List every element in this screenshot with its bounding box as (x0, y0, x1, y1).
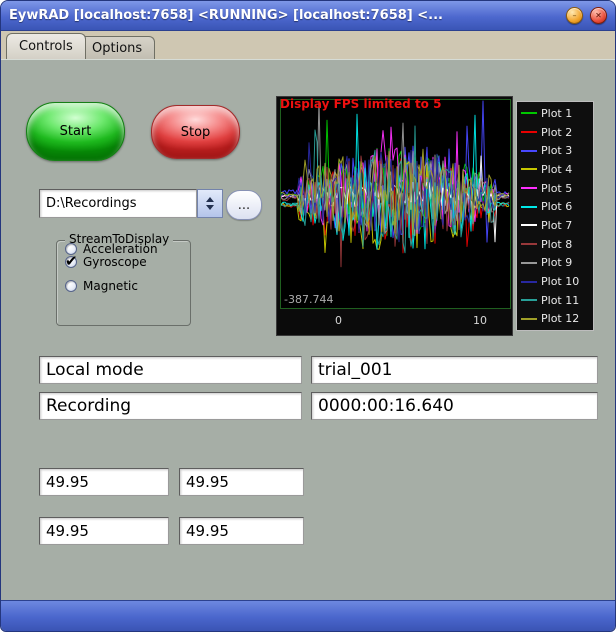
legend-label: Plot 7 (541, 218, 573, 232)
legend-item: Plot 6 (517, 197, 593, 216)
legend-color-line-icon (521, 243, 537, 246)
legend-label: Plot 1 (541, 106, 573, 120)
trial-name-field[interactable] (311, 356, 598, 384)
legend-label: Plot 4 (541, 162, 573, 176)
radio-label: Gyroscope (83, 255, 147, 269)
recordings-path-input[interactable] (39, 189, 197, 218)
legend-color-line-icon (521, 168, 537, 171)
radio-magnetic[interactable]: ✔ Magnetic (65, 278, 138, 294)
stream-to-display-group: StreamToDisplay ✔ Acceleration ✔ Gyrosco… (56, 232, 191, 326)
check-icon: ✔ (65, 252, 78, 270)
spinner-up-icon[interactable] (206, 197, 214, 202)
legend-label: Plot 6 (541, 200, 573, 214)
legend-label: Plot 11 (541, 293, 580, 307)
legend-item: Plot 5 (517, 179, 593, 198)
legend-item: Plot 11 (517, 291, 593, 310)
stop-button[interactable]: Stop (151, 105, 240, 159)
legend-item: Plot 7 (517, 216, 593, 235)
radio-circle-icon: ✔ (65, 252, 78, 270)
legend-item: Plot 3 (517, 141, 593, 160)
stop-button-label: Stop (180, 124, 211, 140)
y-min-label: -387.744 (284, 293, 334, 306)
tab-options[interactable]: Options (79, 36, 156, 59)
legend-color-line-icon (521, 299, 537, 302)
tab-strip: Controls Options (1, 31, 615, 59)
legend-color-line-icon (521, 224, 537, 227)
rate-field-4[interactable] (179, 517, 304, 545)
legend-color-line-icon (521, 112, 537, 115)
radio-label: Magnetic (83, 279, 138, 293)
legend-item: Plot 9 (517, 254, 593, 273)
legend-label: Plot 5 (541, 181, 573, 195)
legend-item: Plot 10 (517, 272, 593, 291)
app-window: EywRAD [localhost:7658] <RUNNING> [local… (0, 0, 616, 632)
legend-color-line-icon (521, 205, 537, 208)
rate-field-2[interactable] (179, 468, 304, 496)
titlebar[interactable]: EywRAD [localhost:7658] <RUNNING> [local… (1, 1, 615, 31)
minimize-icon: – (572, 10, 577, 20)
close-icon: ✕ (595, 10, 602, 20)
tab-controls-label: Controls (19, 39, 73, 54)
x-tick-0: 0 (335, 314, 342, 327)
legend-color-line-icon (521, 187, 537, 190)
tab-controls[interactable]: Controls (6, 33, 86, 59)
fps-warning-text: Display FPS limited to 5 (280, 97, 442, 111)
legend-label: Plot 9 (541, 256, 573, 270)
close-button[interactable]: ✕ (590, 7, 607, 24)
status-display-field[interactable] (39, 392, 302, 420)
legend-label: Plot 12 (541, 312, 580, 326)
legend-label: Plot 8 (541, 237, 573, 251)
plot-container: Display FPS limited to 5 -387.744 0 10 (276, 96, 513, 336)
start-button-label: Start (59, 124, 92, 139)
legend-item: Plot 8 (517, 235, 593, 254)
tab-options-label: Options (92, 40, 143, 56)
bottom-window-frame (1, 600, 615, 631)
browse-button[interactable]: ... (226, 190, 262, 220)
legend-label: Plot 3 (541, 144, 573, 158)
legend-label: Plot 10 (541, 275, 580, 289)
spinner-down-icon[interactable] (206, 205, 214, 210)
legend-color-line-icon (521, 131, 537, 134)
legend-color-line-icon (521, 280, 537, 283)
mode-display-field[interactable] (39, 356, 302, 384)
x-tick-10: 10 (473, 314, 487, 327)
recording-time-field[interactable] (311, 392, 598, 420)
legend-color-line-icon (521, 261, 537, 264)
legend-item: Plot 1 (517, 104, 593, 123)
path-spinner[interactable] (197, 189, 223, 218)
x-axis-ticks: 0 10 (277, 312, 512, 332)
radio-circle-icon: ✔ (65, 280, 77, 292)
legend-color-line-icon (521, 317, 537, 320)
legend-label: Plot 2 (541, 125, 573, 139)
legend-item: Plot 2 (517, 123, 593, 142)
plot-waveform (281, 100, 510, 268)
window-title: EywRAD [localhost:7658] <RUNNING> [local… (9, 8, 443, 23)
legend-item: Plot 12 (517, 310, 593, 329)
legend-color-line-icon (521, 149, 537, 152)
legend-item: Plot 4 (517, 160, 593, 179)
browse-button-label: ... (237, 197, 251, 213)
rate-field-3[interactable] (39, 517, 169, 545)
plot-legend: Plot 1 Plot 2 Plot 3 Plot 4 Plot 5 Plot 6 Plot… (516, 101, 594, 331)
minimize-button[interactable]: – (566, 7, 583, 24)
radio-gyroscope[interactable]: ✔ Gyroscope (65, 252, 147, 270)
plot-area: -387.744 (280, 99, 511, 309)
rate-field-1[interactable] (39, 468, 169, 496)
start-button[interactable]: Start (26, 102, 125, 161)
